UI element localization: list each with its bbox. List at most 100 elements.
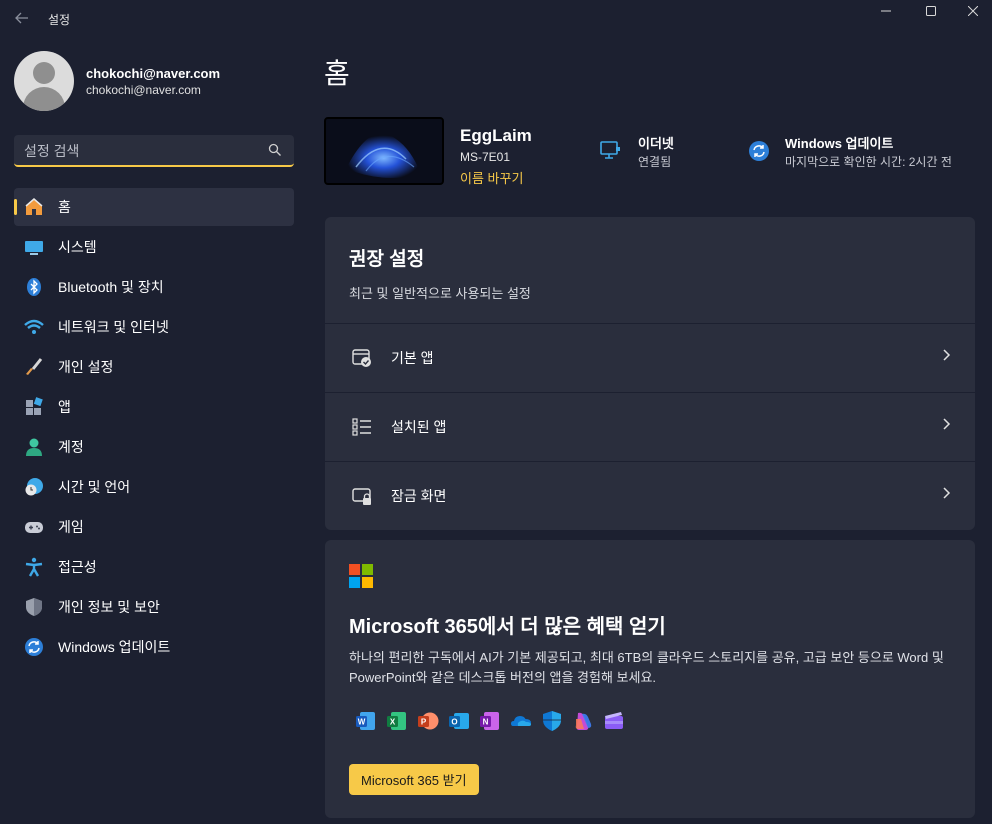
back-arrow-icon bbox=[15, 12, 28, 24]
sidebar-item-apps[interactable]: 앱 bbox=[14, 388, 294, 426]
update-status: 마지막으로 확인한 시간: 2시간 전 bbox=[785, 155, 952, 169]
search-input[interactable] bbox=[24, 141, 264, 161]
sidebar-item-label: 네트워크 및 인터넷 bbox=[58, 319, 169, 335]
default-apps-icon bbox=[351, 347, 373, 369]
time-language-icon bbox=[24, 477, 44, 497]
page-title: 홈 bbox=[324, 58, 350, 89]
recommended-row-label: 잠금 화면 bbox=[391, 487, 447, 504]
word-icon: W bbox=[356, 712, 375, 730]
search-icon[interactable] bbox=[268, 143, 282, 157]
onenote-icon: N bbox=[480, 712, 499, 730]
sidebar-item-label: 계정 bbox=[58, 439, 84, 455]
sidebar-item-label: 게임 bbox=[58, 519, 84, 535]
sidebar-item-label: 시스템 bbox=[58, 239, 97, 255]
sidebar-item-windows-update[interactable]: Windows 업데이트 bbox=[14, 628, 294, 666]
sidebar-item-personalization[interactable]: 개인 설정 bbox=[14, 348, 294, 386]
account-icon bbox=[24, 437, 44, 457]
recommended-row-label: 설치된 앱 bbox=[391, 418, 447, 435]
defender-icon bbox=[543, 711, 561, 731]
get-microsoft-365-button[interactable]: Microsoft 365 받기 bbox=[349, 764, 479, 795]
sidebar-item-accessibility[interactable]: 접근성 bbox=[14, 548, 294, 586]
clipchamp-icon bbox=[605, 712, 623, 729]
m365-app-icons: W X P O N bbox=[355, 710, 634, 732]
copilot-icon bbox=[575, 712, 592, 730]
network-title[interactable]: 이더넷 bbox=[638, 133, 674, 152]
microsoft-logo-icon bbox=[349, 564, 373, 588]
microsoft-365-card: Microsoft 365에서 더 많은 혜택 얻기 하나의 편리한 구독에서 … bbox=[325, 540, 975, 818]
sidebar-item-label: Bluetooth 및 장치 bbox=[58, 279, 164, 295]
wifi-icon bbox=[24, 317, 44, 337]
sidebar-item-label: 홈 bbox=[58, 199, 71, 215]
update-title[interactable]: Windows 업데이트 bbox=[785, 133, 893, 152]
svg-text:W: W bbox=[358, 718, 366, 727]
recommended-row-lock-screen[interactable]: 잠금 화면 bbox=[325, 461, 975, 529]
bluetooth-icon bbox=[24, 277, 44, 297]
recommended-settings-card: 권장 설정 최근 및 일반적으로 사용되는 설정 기본 앱 설치된 앱 잠금 화… bbox=[325, 217, 975, 530]
avatar bbox=[14, 51, 74, 111]
sidebar-item-label: 개인 설정 bbox=[58, 359, 114, 375]
sidebar-item-bluetooth[interactable]: Bluetooth 및 장치 bbox=[14, 268, 294, 306]
brush-icon bbox=[24, 357, 44, 377]
sidebar-item-accounts[interactable]: 계정 bbox=[14, 428, 294, 466]
sidebar-item-privacy-security[interactable]: 개인 정보 및 보안 bbox=[14, 588, 294, 626]
accessibility-icon bbox=[24, 557, 44, 577]
profile-name: chokochi@naver.com bbox=[86, 65, 221, 81]
close-button[interactable] bbox=[953, 0, 992, 22]
device-model: MS-7E01 bbox=[460, 150, 511, 164]
svg-text:X: X bbox=[390, 718, 396, 727]
sidebar-item-time-language[interactable]: 시간 및 언어 bbox=[14, 468, 294, 506]
m365-title: Microsoft 365에서 더 많은 혜택 얻기 bbox=[349, 616, 666, 638]
recommended-subtitle: 최근 및 일반적으로 사용되는 설정 bbox=[349, 286, 531, 301]
title-bar: 설정 bbox=[0, 0, 992, 36]
apps-icon bbox=[24, 397, 44, 417]
recommended-row-default-apps[interactable]: 기본 앱 bbox=[325, 323, 975, 391]
outlook-icon: O bbox=[449, 713, 469, 729]
onedrive-icon bbox=[511, 716, 531, 726]
sidebar-nav: 홈 시스템 Bluetooth 및 장치 네트워크 및 인터넷 개인 설정 앱 bbox=[14, 188, 294, 668]
svg-text:O: O bbox=[451, 718, 457, 727]
sidebar-item-label: 앱 bbox=[58, 399, 71, 415]
m365-description: 하나의 편리한 구독에서 AI가 기본 제공되고, 최대 6TB의 클라우드 스… bbox=[349, 650, 944, 685]
lock-screen-icon bbox=[351, 485, 373, 507]
app-title: 설정 bbox=[48, 13, 71, 27]
sidebar-item-label: 시간 및 언어 bbox=[58, 479, 131, 495]
device-name: EggLaim bbox=[460, 126, 532, 145]
excel-icon: X bbox=[387, 712, 406, 730]
maximize-button[interactable] bbox=[908, 0, 954, 22]
windows-update-icon bbox=[24, 637, 44, 657]
powerpoint-icon: P bbox=[418, 712, 439, 730]
sidebar-item-system[interactable]: 시스템 bbox=[14, 228, 294, 266]
network-status: 연결됨 bbox=[638, 155, 672, 169]
chevron-right-icon bbox=[943, 349, 951, 361]
recommended-row-label: 기본 앱 bbox=[391, 349, 434, 366]
search-box[interactable] bbox=[14, 135, 294, 167]
installed-apps-icon bbox=[351, 416, 373, 438]
recommended-row-installed-apps[interactable]: 설치된 앱 bbox=[325, 392, 975, 460]
close-icon bbox=[967, 6, 978, 16]
sidebar-item-home[interactable]: 홈 bbox=[14, 188, 294, 226]
chevron-right-icon bbox=[943, 418, 951, 430]
sidebar-item-label: 개인 정보 및 보안 bbox=[58, 599, 160, 615]
system-icon bbox=[24, 237, 44, 257]
back-button[interactable] bbox=[8, 6, 36, 30]
sidebar-item-gaming[interactable]: 게임 bbox=[14, 508, 294, 546]
recommended-title: 권장 설정 bbox=[349, 249, 425, 270]
svg-text:P: P bbox=[421, 718, 427, 727]
minimize-button[interactable] bbox=[863, 0, 909, 22]
user-profile[interactable]: chokochi@naver.com chokochi@naver.com bbox=[14, 51, 220, 111]
home-icon bbox=[24, 197, 44, 217]
svg-text:N: N bbox=[483, 718, 489, 727]
profile-email: chokochi@naver.com bbox=[86, 82, 201, 97]
shield-icon bbox=[24, 597, 44, 617]
chevron-right-icon bbox=[943, 487, 951, 499]
gamepad-icon bbox=[24, 517, 44, 537]
sidebar-item-network[interactable]: 네트워크 및 인터넷 bbox=[14, 308, 294, 346]
ethernet-icon bbox=[600, 141, 620, 159]
minimize-icon bbox=[881, 10, 891, 12]
windows-update-status-icon bbox=[749, 141, 769, 161]
device-wallpaper-thumbnail[interactable] bbox=[324, 117, 444, 185]
sidebar-item-label: Windows 업데이트 bbox=[58, 639, 171, 655]
maximize-icon bbox=[926, 6, 936, 16]
sidebar-item-label: 접근성 bbox=[58, 559, 97, 575]
rename-device-link[interactable]: 이름 바꾸기 bbox=[460, 168, 523, 187]
